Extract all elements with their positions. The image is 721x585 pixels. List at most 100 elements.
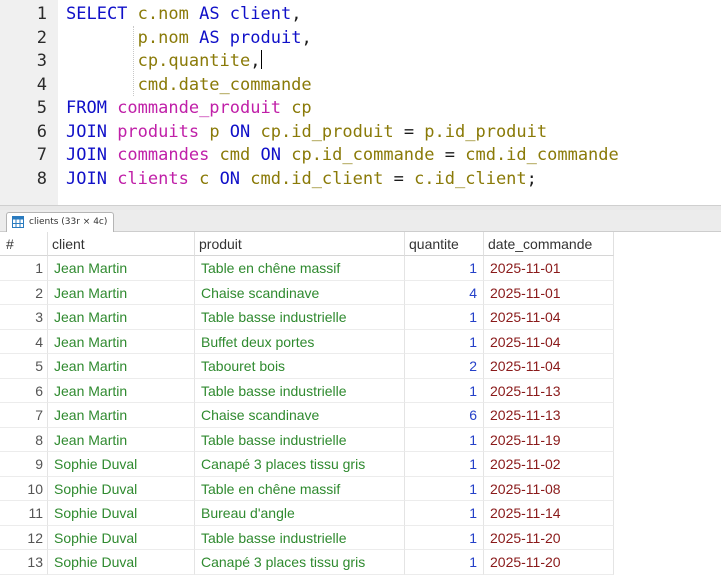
column-header-rownum[interactable]: # bbox=[0, 232, 48, 256]
cell-client[interactable]: Jean Martin bbox=[48, 427, 195, 452]
code-line[interactable]: 4 cmd.date_commande bbox=[0, 74, 721, 98]
cell-quantite[interactable]: 1 bbox=[405, 550, 484, 575]
table-row[interactable]: 3 Jean Martin Table basse industrielle 1 202… bbox=[0, 305, 721, 330]
table-row[interactable]: 12 Sophie Duval Table basse industrielle 1 2… bbox=[0, 525, 721, 550]
cell-produit[interactable]: Table basse industrielle bbox=[195, 305, 405, 330]
cell-quantite[interactable]: 1 bbox=[405, 305, 484, 330]
cell-client[interactable]: Jean Martin bbox=[48, 354, 195, 379]
table-row[interactable]: 5 Jean Martin Tabouret bois 2 2025-11-04 bbox=[0, 354, 721, 379]
row-number[interactable]: 13 bbox=[0, 550, 48, 575]
table-row[interactable]: 8 Jean Martin Table basse industrielle 1 202… bbox=[0, 427, 721, 452]
cell-client[interactable]: Sophie Duval bbox=[48, 525, 195, 550]
row-number[interactable]: 8 bbox=[0, 427, 48, 452]
row-number[interactable]: 6 bbox=[0, 378, 48, 403]
cell-produit[interactable]: Canapé 3 places tissu gris bbox=[195, 550, 405, 575]
table-row[interactable]: 6 Jean Martin Table basse industrielle 1 202… bbox=[0, 378, 721, 403]
code-text[interactable]: JOIN commandes cmd ON cp.id_commande = c… bbox=[66, 144, 619, 168]
result-grid[interactable]: # client produit quantite date_commande … bbox=[0, 232, 721, 585]
cell-date-commande[interactable]: 2025-11-20 bbox=[484, 550, 614, 575]
table-row[interactable]: 9 Sophie Duval Canapé 3 places tissu gris 1… bbox=[0, 452, 721, 477]
cell-produit[interactable]: Table en chêne massif bbox=[195, 476, 405, 501]
table-row[interactable]: 10 Sophie Duval Table en chêne massif 1 2025… bbox=[0, 476, 721, 501]
code-line[interactable]: 3 cp.quantite, bbox=[0, 50, 721, 74]
code-text[interactable]: cmd.date_commande bbox=[66, 74, 312, 98]
row-number[interactable]: 5 bbox=[0, 354, 48, 379]
row-number[interactable]: 12 bbox=[0, 525, 48, 550]
cell-quantite[interactable]: 1 bbox=[405, 378, 484, 403]
sql-editor[interactable]: 1 SELECT c.nom AS client, 2 p.nom AS produ… bbox=[0, 0, 721, 205]
table-row[interactable]: 13 Sophie Duval Canapé 3 places tissu gris… bbox=[0, 550, 721, 575]
cell-client[interactable]: Jean Martin bbox=[48, 256, 195, 281]
row-number[interactable]: 4 bbox=[0, 329, 48, 354]
cell-produit[interactable]: Table basse industrielle bbox=[195, 525, 405, 550]
cell-quantite[interactable]: 1 bbox=[405, 427, 484, 452]
cell-client[interactable]: Jean Martin bbox=[48, 305, 195, 330]
cell-produit[interactable]: Table en chêne massif bbox=[195, 256, 405, 281]
code-text[interactable]: SELECT c.nom AS client, bbox=[66, 3, 301, 27]
column-header-client[interactable]: client bbox=[48, 232, 195, 256]
cell-client[interactable]: Jean Martin bbox=[48, 378, 195, 403]
cell-produit[interactable]: Buffet deux portes bbox=[195, 329, 405, 354]
cell-client[interactable]: Jean Martin bbox=[48, 280, 195, 305]
column-header-quantite[interactable]: quantite bbox=[405, 232, 484, 256]
cell-date-commande[interactable]: 2025-11-20 bbox=[484, 525, 614, 550]
row-number[interactable]: 1 bbox=[0, 256, 48, 281]
cell-client[interactable]: Sophie Duval bbox=[48, 452, 195, 477]
code-line[interactable]: 6 JOIN produits p ON cp.id_produit = p.id… bbox=[0, 121, 721, 145]
cell-client[interactable]: Jean Martin bbox=[48, 329, 195, 354]
cell-date-commande[interactable]: 2025-11-02 bbox=[484, 452, 614, 477]
code-text[interactable]: FROM commande_produit cp bbox=[66, 97, 312, 121]
table-row[interactable]: 4 Jean Martin Buffet deux portes 1 2025-11-0… bbox=[0, 329, 721, 354]
cell-quantite[interactable]: 1 bbox=[405, 329, 484, 354]
code-text[interactable]: cp.quantite, bbox=[66, 50, 262, 74]
cell-date-commande[interactable]: 2025-11-04 bbox=[484, 305, 614, 330]
cell-date-commande[interactable]: 2025-11-13 bbox=[484, 403, 614, 428]
code-line[interactable]: 1 SELECT c.nom AS client, bbox=[0, 3, 721, 27]
cell-produit[interactable]: Chaise scandinave bbox=[195, 403, 405, 428]
cell-quantite[interactable]: 1 bbox=[405, 256, 484, 281]
code-text[interactable]: JOIN clients c ON cmd.id_client = c.id_c… bbox=[66, 168, 537, 192]
code-text[interactable]: p.nom AS produit, bbox=[66, 27, 312, 51]
code-line[interactable]: 8 JOIN clients c ON cmd.id_client = c.id_… bbox=[0, 168, 721, 192]
cell-produit[interactable]: Canapé 3 places tissu gris bbox=[195, 452, 405, 477]
cell-quantite[interactable]: 1 bbox=[405, 501, 484, 526]
cell-date-commande[interactable]: 2025-11-08 bbox=[484, 476, 614, 501]
column-header-date-commande[interactable]: date_commande bbox=[484, 232, 614, 256]
cell-produit[interactable]: Table basse industrielle bbox=[195, 427, 405, 452]
table-row[interactable]: 7 Jean Martin Chaise scandinave 6 2025-11-13 bbox=[0, 403, 721, 428]
cell-produit[interactable]: Tabouret bois bbox=[195, 354, 405, 379]
cell-quantite[interactable]: 1 bbox=[405, 452, 484, 477]
cell-quantite[interactable]: 1 bbox=[405, 476, 484, 501]
cell-date-commande[interactable]: 2025-11-13 bbox=[484, 378, 614, 403]
cell-client[interactable]: Sophie Duval bbox=[48, 501, 195, 526]
code-line[interactable]: 2 p.nom AS produit, bbox=[0, 27, 721, 51]
cell-date-commande[interactable]: 2025-11-01 bbox=[484, 256, 614, 281]
table-row[interactable]: 1 Jean Martin Table en chêne massif 1 2025-1… bbox=[0, 256, 721, 281]
cell-produit[interactable]: Chaise scandinave bbox=[195, 280, 405, 305]
cell-quantite[interactable]: 6 bbox=[405, 403, 484, 428]
cell-date-commande[interactable]: 2025-11-19 bbox=[484, 427, 614, 452]
row-number[interactable]: 2 bbox=[0, 280, 48, 305]
row-number[interactable]: 10 bbox=[0, 476, 48, 501]
row-number[interactable]: 3 bbox=[0, 305, 48, 330]
table-row[interactable]: 11 Sophie Duval Bureau d'angle 1 2025-11-14 bbox=[0, 501, 721, 526]
row-number[interactable]: 7 bbox=[0, 403, 48, 428]
code-line[interactable]: 7 JOIN commandes cmd ON cp.id_commande = … bbox=[0, 144, 721, 168]
cell-quantite[interactable]: 1 bbox=[405, 525, 484, 550]
cell-quantite[interactable]: 2 bbox=[405, 354, 484, 379]
code-text[interactable]: JOIN produits p ON cp.id_produit = p.id_… bbox=[66, 121, 547, 145]
cell-client[interactable]: Sophie Duval bbox=[48, 550, 195, 575]
cell-date-commande[interactable]: 2025-11-01 bbox=[484, 280, 614, 305]
result-tab[interactable]: clients (33r × 4c) bbox=[6, 212, 115, 232]
cell-client[interactable]: Sophie Duval bbox=[48, 476, 195, 501]
cell-quantite[interactable]: 4 bbox=[405, 280, 484, 305]
cell-client[interactable]: Jean Martin bbox=[48, 403, 195, 428]
cell-date-commande[interactable]: 2025-11-04 bbox=[484, 329, 614, 354]
cell-produit[interactable]: Bureau d'angle bbox=[195, 501, 405, 526]
cell-date-commande[interactable]: 2025-11-14 bbox=[484, 501, 614, 526]
row-number[interactable]: 9 bbox=[0, 452, 48, 477]
table-row[interactable]: 2 Jean Martin Chaise scandinave 4 2025-11-01 bbox=[0, 280, 721, 305]
column-header-produit[interactable]: produit bbox=[195, 232, 405, 256]
cell-date-commande[interactable]: 2025-11-04 bbox=[484, 354, 614, 379]
code-line[interactable]: 5 FROM commande_produit cp bbox=[0, 97, 721, 121]
